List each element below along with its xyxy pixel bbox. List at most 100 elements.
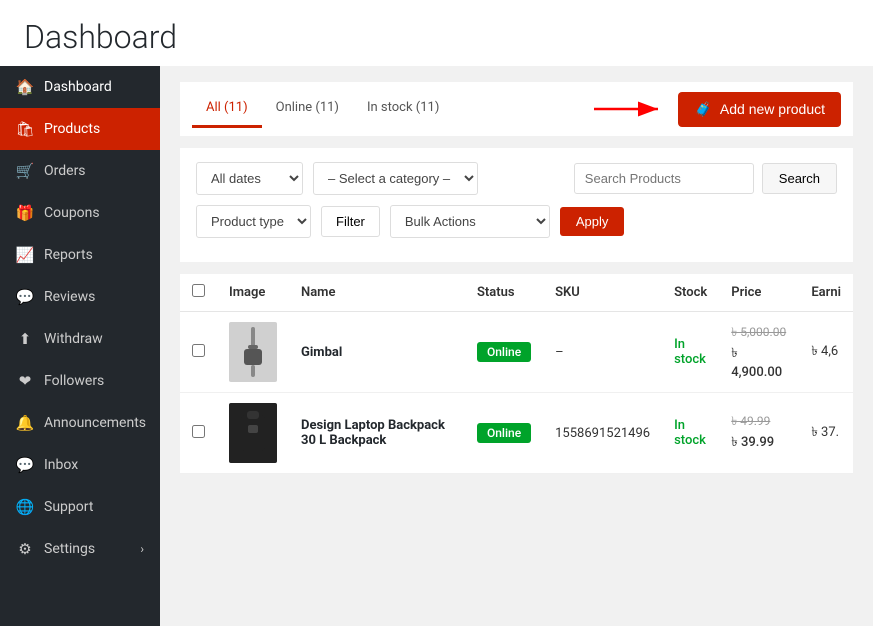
tab-all[interactable]: All (11) [192, 90, 262, 128]
status-badge: Online [477, 342, 531, 362]
tab-instock[interactable]: In stock (11) [353, 90, 453, 128]
chevron-right-icon: › [140, 542, 144, 556]
product-sku-cell: – [543, 312, 662, 393]
product-image-cell [217, 393, 289, 474]
coupons-icon: 🎁 [16, 204, 34, 222]
sidebar-item-coupons[interactable]: 🎁 Coupons [0, 192, 160, 234]
followers-icon: ❤ [16, 372, 34, 390]
price-original: ৳ 5,000.00 [731, 324, 787, 344]
products-table: Image Name Status SKU Stock Price Earni [180, 274, 853, 474]
sidebar-label-products: Products [44, 121, 100, 137]
status-badge: Online [477, 423, 531, 443]
price-column-header: Price [719, 274, 799, 312]
sidebar-label-reports: Reports [44, 247, 93, 263]
table-row: Design Laptop Backpack 30 L Backpack Onl… [180, 393, 853, 474]
product-image-cell [217, 312, 289, 393]
search-button[interactable]: Search [762, 163, 837, 194]
row-checkbox[interactable] [192, 425, 205, 438]
page-title: Dashboard [24, 18, 849, 56]
inbox-icon: 💬 [16, 456, 34, 474]
product-type-select[interactable]: Product type Simple Variable [196, 205, 311, 238]
product-name: Gimbal [301, 345, 342, 360]
product-tabs: All (11) Online (11) In stock (11) [192, 90, 453, 128]
row-checkbox[interactable] [192, 344, 205, 357]
settings-icon: ⚙ [16, 540, 34, 558]
sidebar-label-announcements: Announcements [44, 415, 146, 431]
product-name: Design Laptop Backpack 30 L Backpack [301, 418, 445, 448]
filters-area: All dates This month Last month – Select… [180, 148, 853, 262]
sidebar-item-orders[interactable]: 🛒 Orders [0, 150, 160, 192]
price-current: ৳ 39.99 [731, 433, 787, 454]
sidebar: 🏠 Dashboard 🛍 Products 🛒 Orders 🎁 Coupon… [0, 66, 160, 626]
search-products-input[interactable] [574, 163, 754, 194]
sidebar-item-reports[interactable]: 📈 Reports [0, 234, 160, 276]
sku-column-header: SKU [543, 274, 662, 312]
sidebar-label-orders: Orders [44, 163, 86, 179]
sidebar-item-reviews[interactable]: 💬 Reviews [0, 276, 160, 318]
support-icon: 🌐 [16, 498, 34, 516]
select-all-checkbox[interactable] [192, 284, 205, 297]
sidebar-item-announcements[interactable]: 🔔 Announcements [0, 402, 160, 444]
sidebar-item-settings[interactable]: ⚙ Settings › [0, 528, 160, 570]
price-current: ৳ 4,900.00 [731, 344, 787, 380]
product-status-cell: Online [465, 312, 543, 393]
in-stock-label: Instock [674, 337, 706, 367]
product-name-cell: Gimbal [289, 312, 465, 393]
sidebar-item-support[interactable]: 🌐 Support [0, 486, 160, 528]
name-column-header: Name [289, 274, 465, 312]
reports-icon: 📈 [16, 246, 34, 264]
filter-row-2: Product type Simple Variable Filter Bulk… [196, 205, 837, 238]
sidebar-label-withdraw: Withdraw [44, 331, 103, 347]
image-column-header: Image [217, 274, 289, 312]
briefcase-icon: 🧳 [694, 101, 711, 118]
in-stock-label: Instock [674, 418, 706, 448]
product-image [229, 322, 277, 382]
filter-button[interactable]: Filter [321, 206, 380, 237]
dashboard-icon: 🏠 [16, 78, 34, 96]
withdraw-icon: ⬆ [16, 330, 34, 348]
date-filter-select[interactable]: All dates This month Last month [196, 162, 303, 195]
product-stock-cell: Instock [662, 312, 719, 393]
earnings-column-header: Earni [799, 274, 853, 312]
orders-icon: 🛒 [16, 162, 34, 180]
tab-online[interactable]: Online (11) [262, 90, 353, 128]
select-all-header [180, 274, 217, 312]
table-row: Gimbal Online – Instock ৳ 5,000.00 ৳ 4,9… [180, 312, 853, 393]
arrow-annotation [590, 97, 670, 121]
backpack-svg [237, 409, 269, 457]
sidebar-label-followers: Followers [44, 373, 104, 389]
row-checkbox-cell [180, 312, 217, 393]
stock-column-header: Stock [662, 274, 719, 312]
product-earnings-cell: ৳ 37. [799, 393, 853, 474]
sidebar-label-dashboard: Dashboard [44, 79, 112, 95]
bulk-actions-select[interactable]: Bulk Actions Delete [390, 205, 550, 238]
sidebar-item-dashboard[interactable]: 🏠 Dashboard [0, 66, 160, 108]
category-filter-select[interactable]: – Select a category – [313, 162, 478, 195]
product-price-cell: ৳ 49.99 ৳ 39.99 [719, 393, 799, 474]
reviews-icon: 💬 [16, 288, 34, 306]
main-content: All (11) Online (11) In stock (11) 🧳 Ad [160, 66, 873, 626]
product-earnings-cell: ৳ 4,6 [799, 312, 853, 393]
apply-button[interactable]: Apply [560, 207, 625, 236]
product-price-cell: ৳ 5,000.00 ৳ 4,900.00 [719, 312, 799, 393]
sidebar-item-followers[interactable]: ❤ Followers [0, 360, 160, 402]
announcements-icon: 🔔 [16, 414, 34, 432]
price-original: ৳ 49.99 [731, 413, 787, 433]
sidebar-label-coupons: Coupons [44, 205, 100, 221]
products-icon: 🛍 [16, 120, 34, 138]
sidebar-item-products[interactable]: 🛍 Products [0, 108, 160, 150]
sidebar-label-support: Support [44, 499, 93, 515]
row-checkbox-cell [180, 393, 217, 474]
product-stock-cell: Instock [662, 393, 719, 474]
status-column-header: Status [465, 274, 543, 312]
search-area: Search [574, 163, 837, 194]
sidebar-label-inbox: Inbox [44, 457, 78, 473]
sidebar-label-reviews: Reviews [44, 289, 95, 305]
product-status-cell: Online [465, 393, 543, 474]
gimbal-svg [238, 327, 268, 377]
product-image [229, 403, 277, 463]
sidebar-item-withdraw[interactable]: ⬆ Withdraw [0, 318, 160, 360]
add-product-button[interactable]: 🧳 Add new product [678, 92, 841, 127]
sidebar-item-inbox[interactable]: 💬 Inbox [0, 444, 160, 486]
filter-row-1: All dates This month Last month – Select… [196, 162, 837, 195]
